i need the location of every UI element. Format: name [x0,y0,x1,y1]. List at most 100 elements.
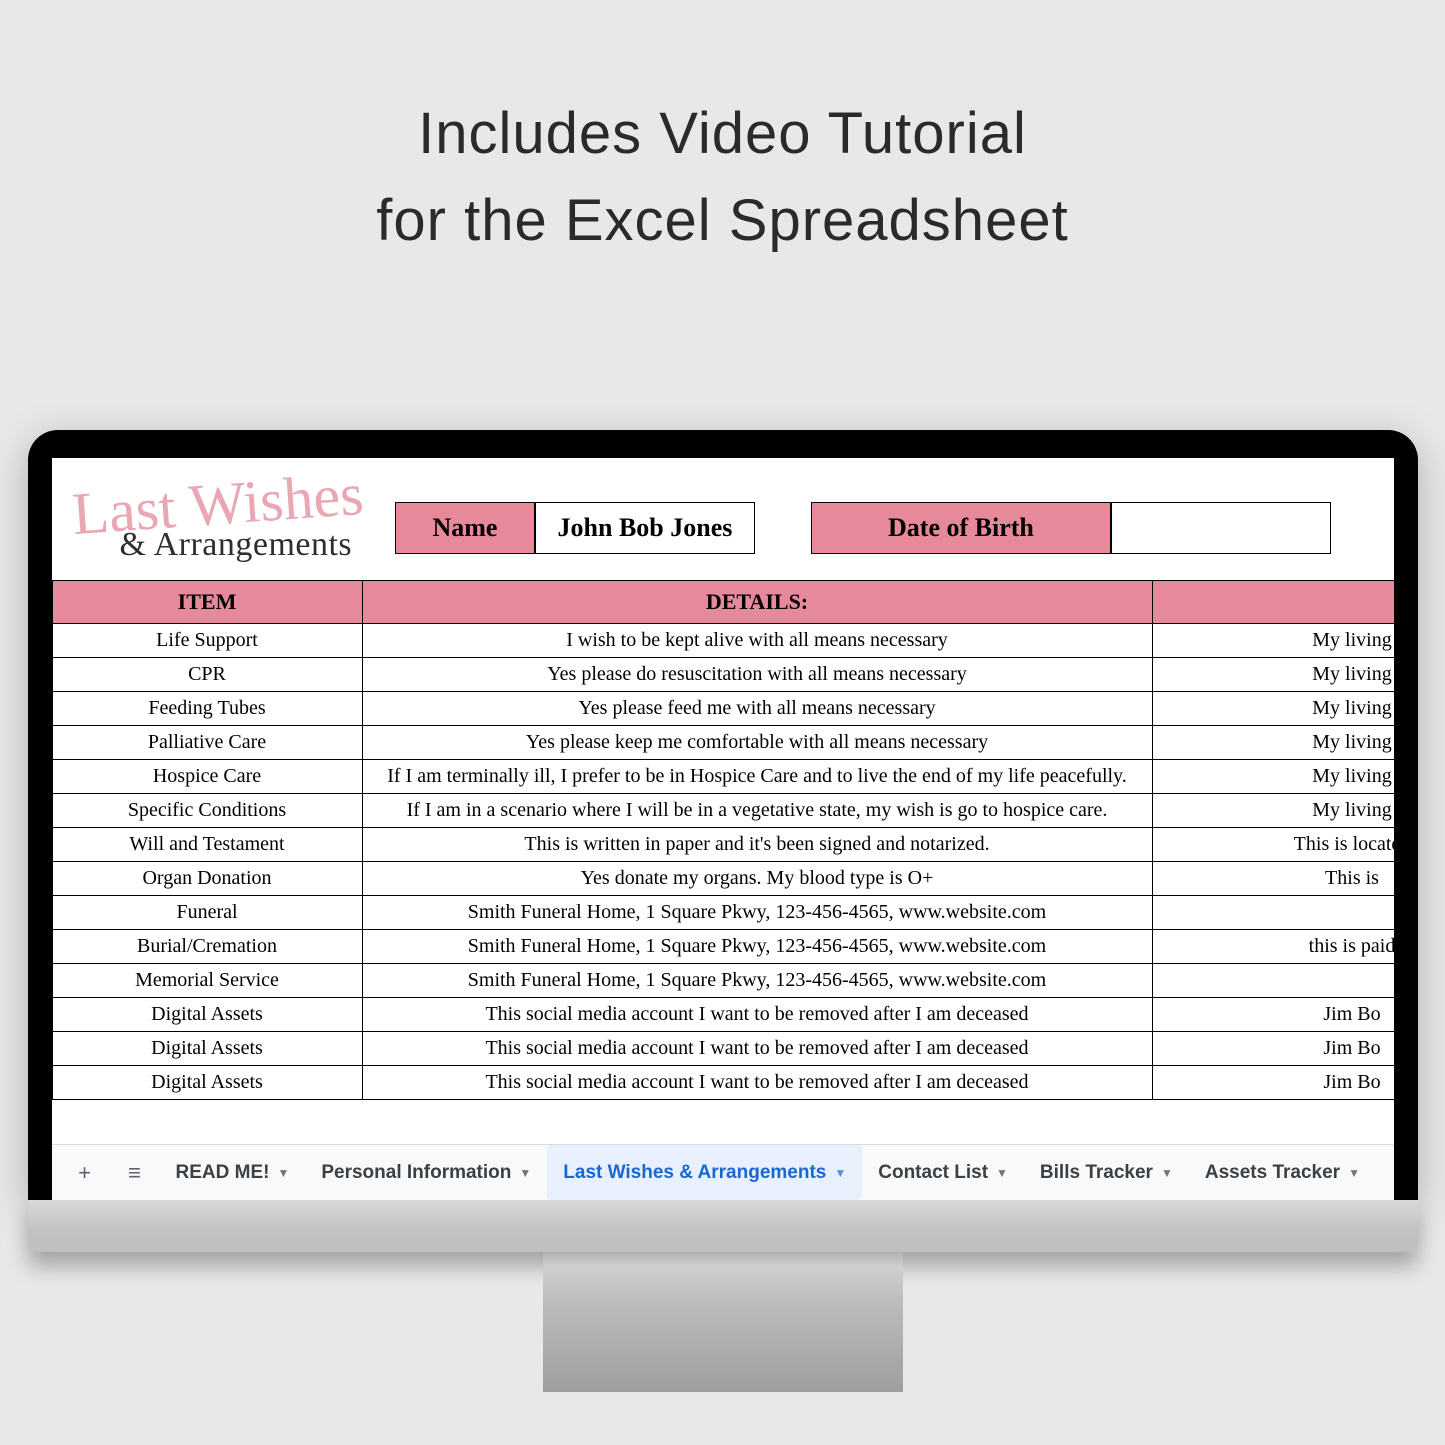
heading-line2: for the Excel Spreadsheet [376,188,1068,253]
cell-item[interactable]: Organ Donation [52,862,362,896]
col-extra [1152,581,1394,624]
header-fields: Name John Bob Jones Date of Birth [395,502,1331,554]
sheet-tab-label: Contact List [878,1162,988,1184]
cell-details[interactable]: Yes donate my organs. My blood type is O… [362,862,1152,896]
table-row[interactable]: Life SupportI wish to be kept alive with… [52,624,1394,658]
cell-extra[interactable]: My living [1152,692,1394,726]
col-item: ITEM [52,581,362,624]
sheet-logo: Last Wishes & Arrangements [72,474,363,562]
sheet-tab[interactable]: Contact List ▼ [862,1145,1024,1200]
table-row[interactable]: Digital AssetsThis social media account … [52,998,1394,1032]
sheet-tab[interactable]: Bills Tracker ▼ [1024,1145,1189,1200]
cell-item[interactable]: Digital Assets [52,1032,362,1066]
cell-item[interactable]: Burial/Cremation [52,930,362,964]
cell-item[interactable]: Digital Assets [52,1066,362,1100]
sheet-tab[interactable]: READ ME! ▼ [160,1145,306,1200]
add-sheet-button[interactable]: + [60,1145,110,1200]
all-sheets-button[interactable]: ≡ [110,1145,160,1200]
spreadsheet-view: Last Wishes & Arrangements Name John Bob… [52,458,1394,1200]
cell-extra[interactable]: Jim Bo [1152,1066,1394,1100]
cell-extra[interactable] [1152,896,1394,930]
sheet-tabs-bar: + ≡ READ ME!▼Personal Information▼Last W… [52,1144,1394,1200]
table-row[interactable]: Organ DonationYes donate my organs. My b… [52,862,1394,896]
cell-extra[interactable]: My living [1152,760,1394,794]
sheet-tab-label: Assets Tracker [1205,1162,1340,1184]
header-gap [755,502,811,554]
cell-extra[interactable]: My living [1152,658,1394,692]
cell-item[interactable]: Digital Assets [52,998,362,1032]
table-row[interactable]: Palliative CareYes please keep me comfor… [52,726,1394,760]
cell-details[interactable]: If I am terminally ill, I prefer to be i… [362,760,1152,794]
chevron-down-icon: ▼ [519,1166,531,1180]
plus-icon: + [74,1162,96,1184]
cell-item[interactable]: Life Support [52,624,362,658]
sheet-tab-label: Last Wishes & Arrangements [563,1162,826,1184]
table-row[interactable]: Hospice CareIf I am terminally ill, I pr… [52,760,1394,794]
cell-details[interactable]: This social media account I want to be r… [362,998,1152,1032]
sheet-tab-label: Personal Information [321,1162,511,1184]
chevron-down-icon: ▼ [1161,1166,1173,1180]
cell-item[interactable]: Will and Testament [52,828,362,862]
table-row[interactable]: Specific ConditionsIf I am in a scenario… [52,794,1394,828]
monitor-bezel: Last Wishes & Arrangements Name John Bob… [28,430,1418,1200]
dob-value[interactable] [1111,502,1331,554]
chevron-down-icon: ▼ [277,1166,289,1180]
heading-line1: Includes Video Tutorial [418,101,1027,166]
cell-details[interactable]: This social media account I want to be r… [362,1032,1152,1066]
cell-extra[interactable]: My living [1152,794,1394,828]
table-row[interactable]: Digital AssetsThis social media account … [52,1032,1394,1066]
table-row[interactable]: Will and TestamentThis is written in pap… [52,828,1394,862]
cell-item[interactable]: Feeding Tubes [52,692,362,726]
cell-item[interactable]: Hospice Care [52,760,362,794]
cell-item[interactable]: CPR [52,658,362,692]
monitor-base-bar [28,1200,1418,1252]
menu-icon: ≡ [124,1162,146,1184]
cell-extra[interactable]: this is paid [1152,930,1394,964]
table-row[interactable]: FuneralSmith Funeral Home, 1 Square Pkwy… [52,896,1394,930]
sheet-tab[interactable]: Personal Information ▼ [305,1145,547,1200]
cell-details[interactable]: Smith Funeral Home, 1 Square Pkwy, 123-4… [362,964,1152,998]
cell-extra[interactable]: My living [1152,624,1394,658]
cell-details[interactable]: If I am in a scenario where I will be in… [362,794,1152,828]
cell-item[interactable]: Specific Conditions [52,794,362,828]
cell-details[interactable]: Smith Funeral Home, 1 Square Pkwy, 123-4… [362,896,1152,930]
cell-extra[interactable]: This is located [1152,828,1394,862]
chevron-down-icon: ▼ [996,1166,1008,1180]
cell-details[interactable]: This is written in paper and it's been s… [362,828,1152,862]
table-row[interactable]: Memorial ServiceSmith Funeral Home, 1 Sq… [52,964,1394,998]
promo-heading: Includes Video Tutorial for the Excel Sp… [0,90,1445,264]
cell-extra[interactable]: My living [1152,726,1394,760]
sheet-header: Last Wishes & Arrangements Name John Bob… [52,474,1394,580]
monitor-mockup: Last Wishes & Arrangements Name John Bob… [28,430,1418,1392]
sheet-tab[interactable]: Last Wishes & Arrangements ▼ [547,1145,862,1200]
name-label: Name [395,502,535,554]
cell-item[interactable]: Memorial Service [52,964,362,998]
sheet-tab[interactable]: Assets Tracker ▼ [1189,1145,1376,1200]
sheet-tab-label: READ ME! [176,1162,270,1184]
cell-details[interactable]: Yes please keep me comfortable with all … [362,726,1152,760]
table-row[interactable]: Feeding TubesYes please feed me with all… [52,692,1394,726]
cell-item[interactable]: Palliative Care [52,726,362,760]
cell-details[interactable]: Yes please do resuscitation with all mea… [362,658,1152,692]
table-header-row: ITEM DETAILS: [52,581,1394,624]
cell-item[interactable]: Funeral [52,896,362,930]
cell-extra[interactable]: Jim Bo [1152,998,1394,1032]
cell-details[interactable]: Yes please feed me with all means necess… [362,692,1152,726]
cell-extra[interactable] [1152,964,1394,998]
cell-details[interactable]: Smith Funeral Home, 1 Square Pkwy, 123-4… [362,930,1152,964]
dob-label: Date of Birth [811,502,1111,554]
chevron-down-icon: ▼ [834,1166,846,1180]
cell-extra[interactable]: Jim Bo [1152,1032,1394,1066]
cell-details[interactable]: I wish to be kept alive with all means n… [362,624,1152,658]
table-row[interactable]: CPRYes please do resuscitation with all … [52,658,1394,692]
monitor-screen: Last Wishes & Arrangements Name John Bob… [52,458,1394,1200]
arrangements-table: ITEM DETAILS: Life SupportI wish to be k… [52,580,1394,1100]
cell-details[interactable]: This social media account I want to be r… [362,1066,1152,1100]
name-value[interactable]: John Bob Jones [535,502,755,554]
table-row[interactable]: Burial/CremationSmith Funeral Home, 1 Sq… [52,930,1394,964]
chevron-down-icon: ▼ [1348,1166,1360,1180]
cell-extra[interactable]: This is [1152,862,1394,896]
col-details: DETAILS: [362,581,1152,624]
sheet-tab-label: Bills Tracker [1040,1162,1153,1184]
table-row[interactable]: Digital AssetsThis social media account … [52,1066,1394,1100]
